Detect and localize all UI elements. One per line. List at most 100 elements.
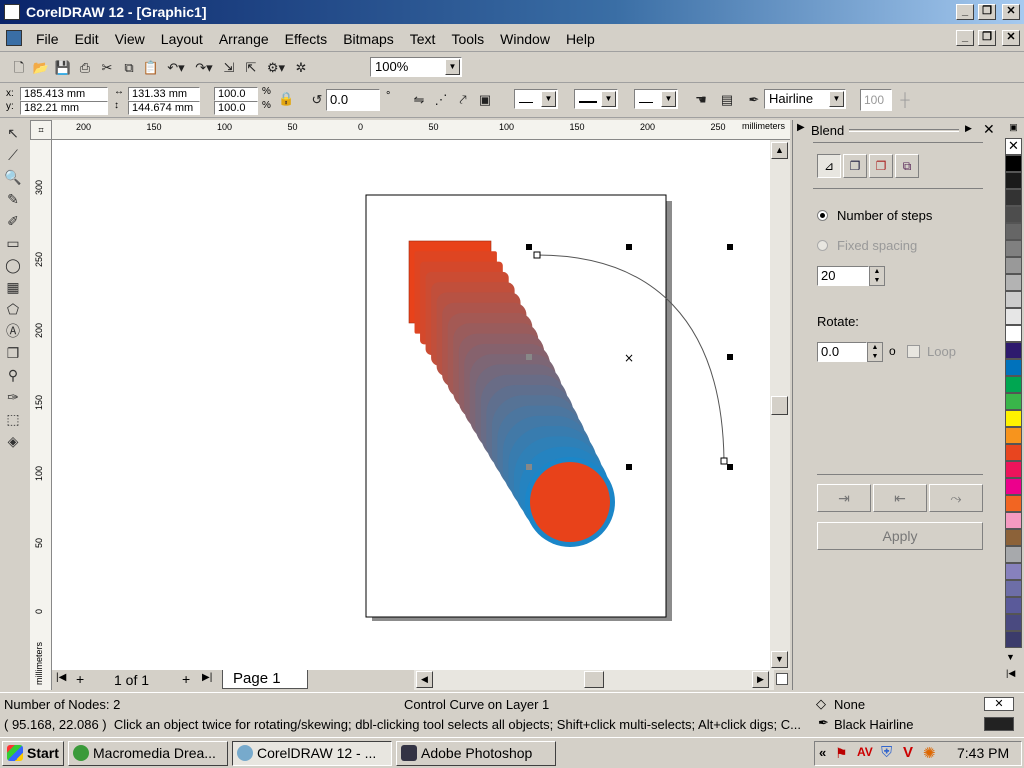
antivirus-icon[interactable]: AV [857,745,873,759]
shield-icon[interactable]: ⛨ [881,744,892,761]
start-arrowhead-dropdown[interactable]: ▼ [514,89,558,109]
add-page-after-button[interactable]: + [182,671,190,687]
scroll-left-button[interactable]: ◀ [416,671,433,688]
doc-minimize-button[interactable]: _ [956,30,974,46]
menu-help[interactable]: Help [558,27,603,51]
minimize-button[interactable]: _ [956,4,974,20]
selection-handle-tr[interactable] [727,244,733,250]
color-swatch[interactable] [1005,274,1022,291]
outline-tool-icon[interactable]: ✑ [0,386,26,408]
color-swatch[interactable] [1005,257,1022,274]
to-front-icon[interactable]: ▤ [716,89,738,111]
document-icon[interactable] [6,30,22,46]
redo-icon[interactable]: ↷▾ [190,57,218,79]
app-tray-icon[interactable]: ✺ [923,744,936,762]
selection-handle-tl[interactable] [526,244,532,250]
scroll-right-button[interactable]: ▶ [752,671,769,688]
steps-input[interactable]: 20 [817,266,869,286]
blend-forward-button[interactable]: ⇥ [817,484,871,512]
color-swatch[interactable] [1005,410,1022,427]
node-icon[interactable]: ⋰ [430,89,452,111]
color-swatch[interactable] [1005,631,1022,648]
grid-tool-icon[interactable]: ▦ [0,276,26,298]
selection-handle-bl[interactable] [526,464,532,470]
corel-online-icon[interactable]: ✲ [290,57,312,79]
menu-layout[interactable]: Layout [153,27,211,51]
selection-handle-tc[interactable] [626,244,632,250]
blend-misc-tab-icon[interactable]: ⧉ [895,154,919,178]
blend-tool-icon[interactable]: ❐ [0,342,26,364]
pick-tool-icon[interactable]: ↖ [0,122,26,144]
selection-handle-br[interactable] [727,464,733,470]
color-swatch[interactable] [1005,206,1022,223]
palette-scroll-down-icon[interactable]: ▼ [1006,652,1015,662]
crosshair-icon[interactable]: ┼ [894,89,916,111]
palette-menu-icon[interactable]: ▣ [1005,122,1022,136]
color-swatch[interactable] [1005,461,1022,478]
color-swatch[interactable] [1005,478,1022,495]
width-field[interactable]: 131.33 mm [128,87,200,101]
ruler-origin-icon[interactable]: ⌗ [30,120,52,140]
color-swatch[interactable] [1005,189,1022,206]
task-photoshop[interactable]: Adobe Photoshop [396,741,556,766]
selection-handle-mr[interactable] [727,354,733,360]
navigator-icon[interactable] [776,673,788,685]
color-swatch[interactable] [1005,240,1022,257]
selection-handle-ml[interactable] [526,354,532,360]
vertical-scrollbar[interactable]: ▲ ▼ [770,140,790,670]
blend-color-tab-icon[interactable]: ❐ [869,154,893,178]
color-swatch[interactable] [1005,427,1022,444]
eyedropper-tool-icon[interactable]: ⚲ [0,364,26,386]
export-icon[interactable]: ⇱ [240,57,262,79]
blend-path-button[interactable]: ⤳ [929,484,983,512]
rotate-step-field[interactable]: 100 [860,89,892,111]
rotation-angle-field[interactable]: 0.0 [326,89,380,111]
import-icon[interactable]: ⇲ [218,57,240,79]
color-swatch[interactable] [1005,529,1022,546]
docker-close-icon[interactable]: ✕ [983,121,995,138]
palette-expand-icon[interactable]: |◀ [1006,668,1015,679]
zoom-tool-icon[interactable]: 🔍 [0,166,26,188]
page-tab[interactable]: Page 1 [222,670,308,689]
network-icon[interactable]: ⚑ [835,745,848,762]
freehand-tool-icon[interactable]: ✎ [0,188,26,210]
menu-file[interactable]: File [28,27,67,51]
fill-tool-icon[interactable]: ⬚ [0,408,26,430]
app-launcher-icon[interactable]: ⚙▾ [262,57,290,79]
no-color-swatch[interactable]: ✕ [1005,138,1022,155]
loop-checkbox[interactable] [907,345,920,358]
color-swatch[interactable] [1005,546,1022,563]
doc-close-button[interactable]: ✕ [1002,30,1020,46]
color-swatch[interactable] [1005,223,1022,240]
color-swatch[interactable] [1005,580,1022,597]
menu-window[interactable]: Window [492,27,558,51]
apply-button[interactable]: Apply [817,522,983,550]
scroll-down-button[interactable]: ▼ [771,651,788,668]
wrap-text-icon[interactable]: ☚ [690,89,712,111]
rotate-input[interactable]: 0.0 [817,342,867,362]
convert-icon[interactable]: ▣ [474,89,496,111]
blend-acceleration-tab-icon[interactable]: ❐ [843,154,867,178]
scroll-up-button[interactable]: ▲ [771,142,788,159]
open-icon[interactable]: 📂 [30,57,52,79]
paste-icon[interactable]: 📋 [140,57,162,79]
color-swatch[interactable] [1005,359,1022,376]
blend-end-circle[interactable] [530,462,610,542]
menu-bitmaps[interactable]: Bitmaps [335,27,402,51]
color-swatch[interactable] [1005,563,1022,580]
steps-spinner[interactable]: ▲ ▼ [869,266,885,286]
color-swatch[interactable] [1005,495,1022,512]
line-style-dropdown[interactable]: ▼ [574,89,618,109]
x-position-field[interactable]: 185.413 mm [20,87,108,101]
curve-icon[interactable]: ⤤ [452,89,474,111]
rectangle-tool-icon[interactable]: ▭ [0,232,26,254]
color-swatch[interactable] [1005,444,1022,461]
blend-steps-tab-icon[interactable]: ⊿ [817,154,841,178]
menu-tools[interactable]: Tools [443,27,492,51]
end-arrowhead-dropdown[interactable]: ▼ [634,89,678,109]
y-position-field[interactable]: 182.21 mm [20,101,108,115]
menu-effects[interactable]: Effects [277,27,336,51]
tray-expand-icon[interactable]: « [819,745,826,760]
cut-icon[interactable]: ✂ [96,57,118,79]
blend-backward-button[interactable]: ⇤ [873,484,927,512]
